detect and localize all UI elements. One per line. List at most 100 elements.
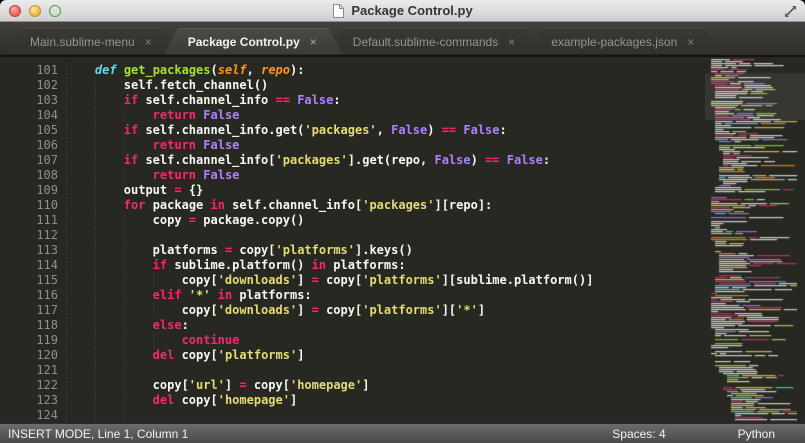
line-number: 114: [36, 258, 58, 272]
zoom-button[interactable]: [49, 5, 61, 17]
indent-guide: [123, 168, 153, 183]
code-area[interactable]: def get_packages(self, repo): self.fetch_…: [66, 63, 593, 423]
line-number: 119: [36, 333, 58, 347]
indent-guide: [123, 258, 153, 273]
tab-main-sublime-menu[interactable]: Main.sublime-menu ×: [6, 28, 178, 55]
code-line[interactable]: copy['downloads'] = copy['platforms'][su…: [66, 273, 593, 288]
indent-guide: [94, 393, 124, 408]
indent-guide: [66, 198, 95, 213]
code-line[interactable]: copy['url'] = copy['homepage']: [66, 378, 593, 393]
indent-guide: [94, 93, 124, 108]
code-line[interactable]: self.fetch_channel(): [66, 78, 593, 93]
indent-guide: [66, 183, 95, 198]
indent-guide: [123, 378, 153, 393]
indent-guide: [123, 213, 153, 228]
code-line[interactable]: for package in self.channel_info['packag…: [66, 198, 593, 213]
indent-guide: [123, 303, 153, 318]
code-line[interactable]: copy = package.copy(): [66, 213, 593, 228]
indent-guide: [66, 93, 95, 108]
window-title-group: Package Control.py: [332, 3, 473, 19]
tab-close-icon[interactable]: ×: [145, 35, 152, 49]
tab-label: example-packages.json: [551, 34, 678, 49]
code-line[interactable]: return False: [66, 168, 593, 183]
line-number: 123: [36, 393, 58, 407]
code-line[interactable]: [66, 363, 593, 378]
code-line[interactable]: [66, 408, 593, 423]
window-controls: [9, 5, 61, 17]
tab-package-control-py[interactable]: Package Control.py ×: [164, 28, 343, 55]
code-line[interactable]: platforms = copy['platforms'].keys(): [66, 243, 593, 258]
tab-example-packages-json[interactable]: example-packages.json ×: [527, 28, 720, 55]
status-indentation[interactable]: Spaces: 4: [612, 427, 665, 441]
indent-guide: [66, 333, 95, 348]
code-line[interactable]: copy['downloads'] = copy['platforms']['*…: [66, 303, 593, 318]
indent-guide: [123, 318, 153, 333]
tab-label: Default.sublime-commands: [352, 34, 499, 49]
indent-guide: [123, 228, 153, 243]
indent-guide: [152, 273, 182, 288]
indent-guide: [94, 123, 124, 138]
document-icon: [332, 3, 345, 19]
indent-guide: [94, 168, 124, 183]
code-line[interactable]: if self.channel_info['packages'].get(rep…: [66, 153, 593, 168]
line-number: 116: [36, 288, 58, 302]
fullscreen-button[interactable]: [783, 4, 799, 20]
indent-guide: [94, 408, 124, 423]
close-button[interactable]: [9, 5, 21, 17]
status-bar: INSERT MODE, Line 1, Column 1 Spaces: 4 …: [0, 423, 805, 443]
indent-guide: [66, 303, 95, 318]
tab-default-sublime-commands[interactable]: Default.sublime-commands ×: [329, 28, 541, 55]
code-line[interactable]: def get_packages(self, repo):: [66, 63, 593, 78]
titlebar[interactable]: Package Control.py: [0, 0, 805, 22]
indent-guide: [152, 333, 182, 348]
editor: 101 102 103 104 105 106 107 108 109 110 111 112 113 1…: [0, 57, 805, 423]
indent-guide: [94, 333, 124, 348]
code-line[interactable]: output = {}: [66, 183, 593, 198]
code-line[interactable]: del copy['platforms']: [66, 348, 593, 363]
app-window: Package Control.py Main.sublime-menu × Pac…: [0, 0, 805, 443]
code-line[interactable]: if sublime.platform() in platforms:: [66, 258, 593, 273]
indent-guide: [66, 348, 95, 363]
code-line[interactable]: del copy['homepage']: [66, 393, 593, 408]
line-number: 107: [36, 153, 58, 167]
line-number: 109: [36, 183, 58, 197]
indent-guide: [66, 153, 95, 168]
code-line[interactable]: elif '*' in platforms:: [66, 288, 593, 303]
tab-close-icon[interactable]: ×: [310, 35, 317, 49]
line-number: 121: [36, 363, 58, 377]
indent-guide: [94, 273, 124, 288]
indent-guide: [66, 258, 95, 273]
tab-label: Main.sublime-menu: [30, 34, 135, 49]
code-line[interactable]: return False: [66, 138, 593, 153]
indent-guide: [94, 138, 124, 153]
tab-close-icon[interactable]: ×: [687, 35, 694, 49]
indent-guide: [66, 228, 95, 243]
code-line[interactable]: if self.channel_info.get('packages', Fal…: [66, 123, 593, 138]
code-line[interactable]: [66, 228, 593, 243]
code-line[interactable]: continue: [66, 333, 593, 348]
line-number: 101: [36, 63, 58, 77]
indent-guide: [123, 363, 153, 378]
indent-guide: [66, 123, 95, 138]
indent-guide: [66, 63, 95, 78]
minimap[interactable]: [705, 57, 805, 423]
line-number: 124: [36, 408, 58, 422]
indent-guide: [94, 318, 124, 333]
tab-close-icon[interactable]: ×: [508, 35, 515, 49]
code-line[interactable]: return False: [66, 108, 593, 123]
indent-guide: [94, 183, 124, 198]
code-line[interactable]: if self.channel_info == False:: [66, 93, 593, 108]
status-syntax[interactable]: Python: [738, 427, 775, 441]
indent-guide: [123, 243, 153, 258]
code-line[interactable]: else:: [66, 318, 593, 333]
indent-guide: [66, 288, 95, 303]
indent-guide: [94, 198, 124, 213]
window-title: Package Control.py: [351, 3, 473, 18]
minimize-button[interactable]: [29, 5, 41, 17]
line-number: 118: [36, 318, 58, 332]
indent-guide: [123, 348, 153, 363]
indent-guide: [94, 243, 124, 258]
indent-guide: [123, 108, 153, 123]
indent-guide: [123, 138, 153, 153]
tab-bar: Main.sublime-menu × Package Control.py × Def…: [0, 22, 805, 57]
